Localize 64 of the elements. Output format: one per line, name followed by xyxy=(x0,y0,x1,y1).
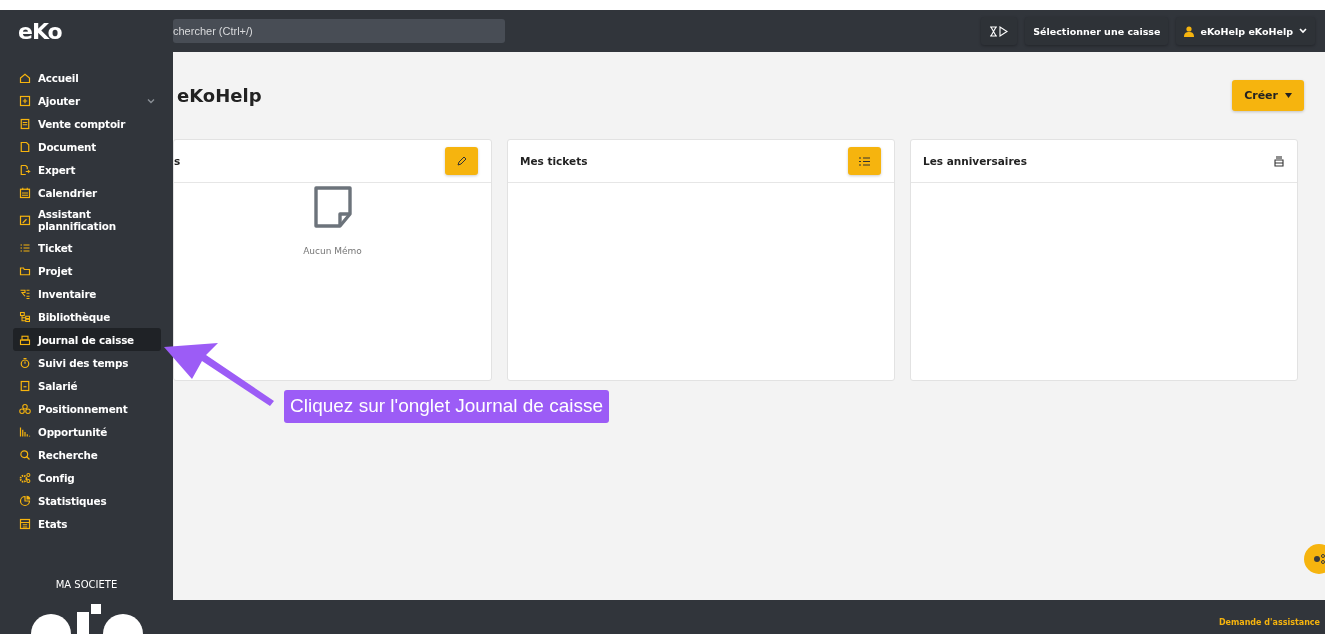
sidebar-item[interactable]: Ticket xyxy=(13,236,161,259)
receipt-icon xyxy=(19,117,31,130)
bar-chart-icon xyxy=(19,425,31,438)
logo[interactable]: eKo xyxy=(18,18,62,44)
company-name: MA SOCIETE xyxy=(55,579,118,590)
card-title: Mes tickets xyxy=(520,155,588,167)
hourglass-play-icon xyxy=(989,25,1010,37)
inventory-icon xyxy=(19,287,31,300)
pencil-icon xyxy=(456,156,467,166)
document-icon xyxy=(19,140,31,153)
sidebar-item[interactable]: Bibliothèque xyxy=(13,305,161,328)
card-title: Les anniversaires xyxy=(923,155,1027,167)
search-icon xyxy=(19,448,31,461)
sidebar-item[interactable]: Opportunité xyxy=(13,420,161,443)
create-button[interactable]: Créer xyxy=(1232,80,1304,111)
badge-icon xyxy=(19,379,31,392)
table-icon xyxy=(19,517,31,530)
cake-icon xyxy=(1274,155,1284,167)
sidebar-item[interactable]: Document xyxy=(13,135,161,158)
annotation-label: Cliquez sur l'onglet Journal de caisse xyxy=(284,390,610,423)
user-icon xyxy=(1184,25,1195,37)
sidebar-item[interactable]: Positionnement xyxy=(13,397,161,420)
cash-register-icon xyxy=(19,333,31,346)
gears-icon xyxy=(19,471,31,484)
document-arrow-icon xyxy=(19,163,31,176)
pie-chart-icon xyxy=(19,494,31,507)
sidebar-item[interactable]: Inventaire xyxy=(13,282,161,305)
search-field[interactable]: chercher (Ctrl+/) xyxy=(173,19,505,43)
register-button[interactable]: Sélectionner une caisse xyxy=(1025,17,1169,45)
sidebar-item[interactable]: Accueil xyxy=(13,66,161,89)
sidebar-item[interactable]: Statistiques xyxy=(13,489,161,512)
timer-button[interactable] xyxy=(981,17,1018,45)
sidebar-item[interactable]: Journal de caisse xyxy=(13,328,161,351)
checklist-icon xyxy=(19,241,31,254)
note-icon xyxy=(311,186,354,228)
house-icon xyxy=(19,71,31,84)
checklist-icon xyxy=(859,156,870,166)
calendar-icon xyxy=(19,186,31,199)
sidebar-item[interactable]: Suivi des temps xyxy=(13,351,161,374)
hierarchy-icon xyxy=(19,310,31,323)
plus-square-icon xyxy=(19,94,31,107)
sidebar-item[interactable]: Config xyxy=(13,466,161,489)
sidebar-item[interactable]: Calendrier xyxy=(13,181,161,204)
caret-icon xyxy=(1285,93,1292,98)
user-menu-button[interactable]: eKoHelp eKoHelp xyxy=(1176,17,1315,45)
sidebar-item[interactable]: Assistant plannification xyxy=(13,204,161,236)
sidebar-item[interactable]: Vente comptoir xyxy=(13,112,161,135)
sidebar-item[interactable]: Etats xyxy=(13,512,161,535)
sidebar-item[interactable]: Salarié xyxy=(13,374,161,397)
chevron-down-icon xyxy=(1299,28,1307,34)
settings-button[interactable] xyxy=(1304,544,1325,574)
sidebar-item[interactable]: Recherche xyxy=(13,443,161,466)
page-title: eKoHelp xyxy=(177,85,262,106)
support-link[interactable]: Demande d'assistance xyxy=(1218,617,1320,627)
circles-icon xyxy=(19,402,31,415)
gears-icon xyxy=(1313,554,1325,564)
sidebar-item[interactable]: Expert xyxy=(13,158,161,181)
card-title: s xyxy=(174,155,181,167)
sidebar-item[interactable]: Projet xyxy=(13,259,161,282)
stopwatch-icon xyxy=(19,356,31,369)
calendar-check-icon xyxy=(19,214,31,226)
sidebar-item[interactable]: Ajouter xyxy=(13,89,161,112)
empty-message: Aucun Mémo xyxy=(303,246,362,256)
folder-icon xyxy=(19,264,31,277)
